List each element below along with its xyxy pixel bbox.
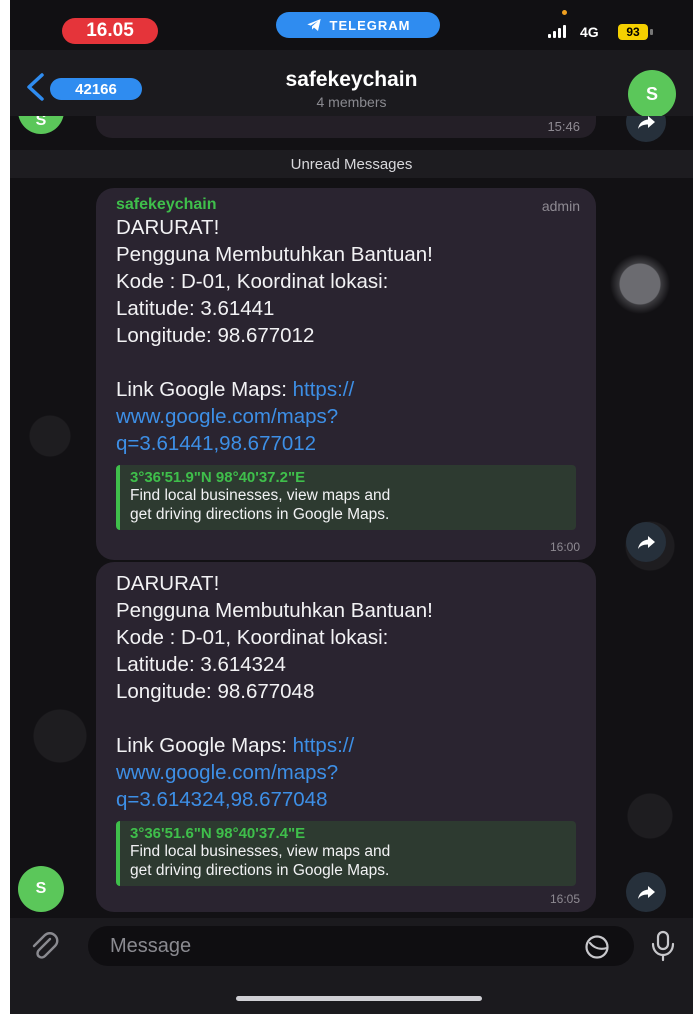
forward-button[interactable] <box>626 116 666 142</box>
forward-arrow-icon <box>638 116 655 129</box>
privacy-indicator-dot <box>562 10 567 15</box>
composer-bar <box>10 918 693 1014</box>
battery-tip <box>650 29 653 35</box>
message-line: Pengguna Membutuhkan Bantuan! <box>116 599 433 622</box>
admin-badge: admin <box>541 198 580 214</box>
microphone-icon[interactable] <box>650 930 676 962</box>
chat-title[interactable]: safekeychain <box>10 68 693 92</box>
message-text: DARURAT! Pengguna Membutuhkan Bantuan! K… <box>116 214 582 457</box>
message-input[interactable] <box>88 926 634 966</box>
forward-arrow-icon <box>638 536 655 549</box>
message-line: DARURAT! <box>116 216 220 239</box>
link-preview[interactable]: 3°36'51.9"N 98°40'37.2"E Find local busi… <box>116 465 576 530</box>
member-count: 4 members <box>316 94 387 110</box>
chat-header: 42166 safekeychain 4 members S <box>10 50 693 118</box>
message-line: Link Google Maps: https:// <box>116 376 582 403</box>
return-to-app-pill[interactable]: TELEGRAM <box>276 12 440 38</box>
preview-line: Find local businesses, view maps and <box>130 843 391 860</box>
message-line: Pengguna Membutuhkan Bantuan! <box>116 243 433 266</box>
battery-icon: 93 <box>618 24 648 40</box>
message-bubble[interactable]: DARURAT! Pengguna Membutuhkan Bantuan! K… <box>96 562 596 912</box>
maps-link[interactable]: www.google.com/maps? <box>116 403 582 430</box>
status-bar: 16.05 TELEGRAM 4G 93 <box>10 0 693 50</box>
previous-message-bubble[interactable]: 15:46 <box>96 116 596 138</box>
link-preview-title: 3°36'51.9"N 98°40'37.2"E <box>130 469 306 486</box>
link-preview[interactable]: 3°36'51.6"N 98°40'37.4"E Find local busi… <box>116 821 576 886</box>
forward-button[interactable] <box>626 872 666 912</box>
message-bubble[interactable]: safekeychain admin DARURAT! Pengguna Mem… <box>96 188 596 560</box>
message-time: 16:05 <box>549 892 580 906</box>
link-preview-description: Find local businesses, view maps and get… <box>130 486 566 524</box>
home-indicator[interactable] <box>236 996 482 1001</box>
sticker-icon[interactable] <box>584 934 610 960</box>
link-preview-description: Find local businesses, view maps and get… <box>130 842 566 880</box>
signal-strength-icon <box>548 24 566 38</box>
group-avatar[interactable]: S <box>628 70 676 118</box>
sender-avatar[interactable]: S <box>18 866 64 912</box>
forward-arrow-icon <box>638 886 655 899</box>
network-type: 4G <box>580 24 599 40</box>
message-line: Link Google Maps: https:// <box>116 732 582 759</box>
message-line: DARURAT! <box>116 572 220 595</box>
preview-line: Find local businesses, view maps and <box>130 487 391 504</box>
message-list[interactable]: S 15:46 Unread Messages safekeychain adm… <box>10 116 693 918</box>
maps-link[interactable]: https:// <box>293 734 355 757</box>
phone-screen: 16.05 TELEGRAM 4G 93 42166 safekeychain … <box>10 0 693 1014</box>
link-prefix: Link Google Maps: <box>116 734 293 757</box>
message-line: Latitude: 3.61441 <box>116 297 275 320</box>
message-line: Kode : D-01, Koordinat lokasi: <box>116 626 389 649</box>
maps-link[interactable]: q=3.614324,98.677048 <box>116 786 582 813</box>
status-time[interactable]: 16.05 <box>62 18 158 44</box>
message-text: DARURAT! Pengguna Membutuhkan Bantuan! K… <box>116 570 582 813</box>
sender-name[interactable]: safekeychain <box>116 196 582 214</box>
link-prefix: Link Google Maps: <box>116 378 293 401</box>
battery-level: 93 <box>626 25 640 39</box>
attach-paperclip-icon[interactable] <box>28 930 60 962</box>
maps-link[interactable]: q=3.61441,98.677012 <box>116 430 582 457</box>
message-line: Longitude: 98.677012 <box>116 324 315 347</box>
floating-touch-button[interactable] <box>610 254 670 314</box>
message-time: 15:46 <box>547 119 580 134</box>
link-preview-title: 3°36'51.6"N 98°40'37.4"E <box>130 825 306 842</box>
telegram-plane-icon <box>306 19 321 31</box>
maps-link[interactable]: https:// <box>293 378 355 401</box>
message-line: Longitude: 98.677048 <box>116 680 315 703</box>
message-line: Kode : D-01, Koordinat lokasi: <box>116 270 389 293</box>
forward-button[interactable] <box>626 522 666 562</box>
message-line: Latitude: 3.614324 <box>116 653 286 676</box>
message-time: 16:00 <box>549 540 580 554</box>
preview-line: get driving directions in Google Maps. <box>130 506 390 523</box>
app-pill-label: TELEGRAM <box>329 17 411 33</box>
unread-messages-divider: Unread Messages <box>10 150 693 178</box>
sender-avatar[interactable]: S <box>18 116 64 134</box>
preview-line: get driving directions in Google Maps. <box>130 862 390 879</box>
maps-link[interactable]: www.google.com/maps? <box>116 759 582 786</box>
